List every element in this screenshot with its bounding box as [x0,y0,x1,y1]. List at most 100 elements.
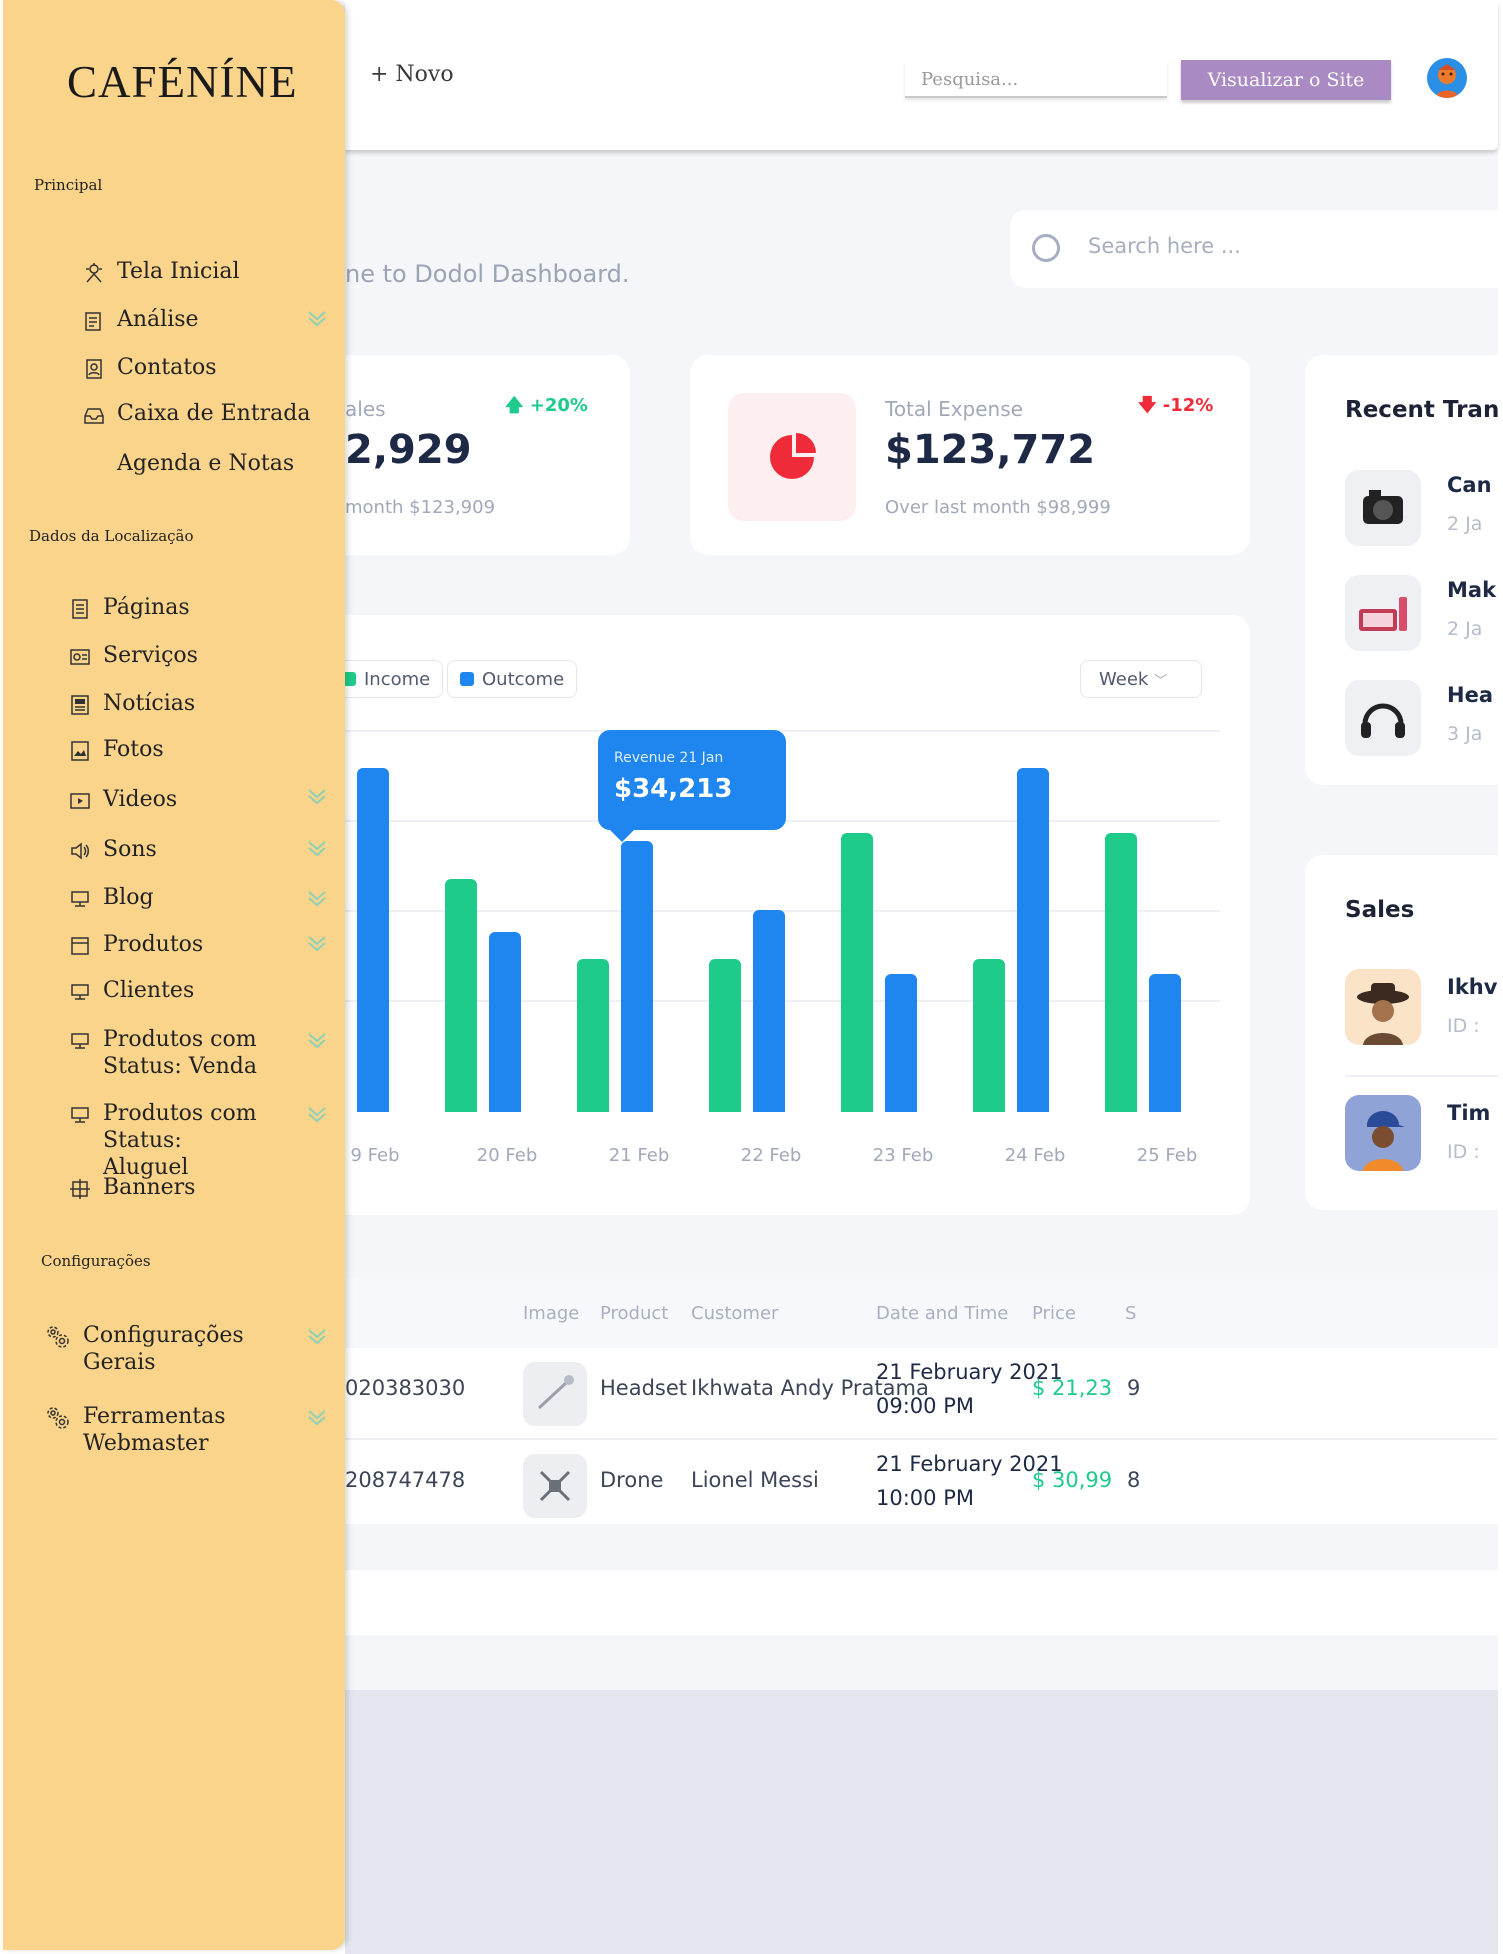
sale-icon [69,1030,91,1052]
bar-outcome[interactable] [621,840,653,1112]
bar-outcome[interactable] [885,974,917,1112]
table-row[interactable]: 208747478 Drone Lionel Messi 21 February… [345,1440,1498,1524]
rent-icon [69,1104,91,1126]
visit-site-button[interactable]: Visualizar o Site [1181,60,1391,100]
bar-income[interactable] [709,959,741,1112]
sidebar-item-agenda[interactable]: Agenda e Notas [83,450,294,477]
chevron-down-icon[interactable] [307,1407,327,1427]
services-icon [69,646,91,668]
sidebar-item-banners[interactable]: Banners [69,1174,195,1201]
section-title-principal: Principal [34,176,103,194]
dashboard-search[interactable]: Search here ... [1010,210,1498,288]
x-tick-label: 21 Feb [608,1145,670,1166]
section-title-localizacao: Dados da Localização [29,527,194,545]
sidebar-item-sounds[interactable]: Sons [69,836,345,863]
period-select[interactable]: Week ﹀ [1080,660,1202,698]
bar-income[interactable] [445,878,477,1112]
legend-outcome[interactable]: Outcome [447,660,578,698]
bar-outcome[interactable] [1149,974,1181,1112]
chevron-down-icon[interactable] [307,786,327,806]
table-header-cell: Product [600,1303,669,1324]
chevron-down-icon[interactable] [307,888,327,908]
gridline [345,730,1220,732]
sales-item-title: Tim [1447,1101,1491,1125]
customer-avatar [1345,1095,1421,1171]
sidebar-item-products[interactable]: Produtos [69,931,345,958]
bar-income[interactable] [1105,833,1137,1112]
chevron-down-icon[interactable] [307,1104,327,1124]
sidebar-item-label: Notícias [103,691,196,716]
sidebar-item-services[interactable]: Serviços [69,642,198,669]
sales-item-sub: ID : [1447,1141,1480,1163]
search-icon [1032,234,1060,262]
camera-thumb [1345,470,1421,546]
table-header-cell: Date and Time [876,1303,1009,1324]
avatar[interactable] [1427,58,1467,98]
legend-income[interactable]: Income [345,660,444,698]
bar-outcome[interactable] [1017,768,1049,1112]
sidebar-item-label: Banners [103,1175,196,1200]
bar-income[interactable] [841,833,873,1112]
sidebar-item-label: Ferramentas Webmaster [83,1404,226,1456]
welcome-text: ne to Dodol Dashboard. [345,260,630,288]
sidebar-item-label: Videos [103,787,178,812]
customer-avatar [1345,969,1421,1045]
chart-tooltip: Revenue 21 Jan $34,213 [598,730,786,842]
analytics-icon [83,310,105,332]
sidebar-item-photos[interactable]: Fotos [69,736,164,763]
sidebar-item-label: Caixa de Entrada [117,401,311,426]
sidebar-item-blog[interactable]: Blog [69,884,345,911]
home-icon [83,262,105,284]
recent-transactions-card: Recent Tran Can 2 Ja Mak 2 Ja Hea 3 Ja [1305,355,1498,785]
products-icon [69,935,91,957]
sidebar-item-clients[interactable]: Clientes [69,977,194,1004]
chevron-down-icon[interactable] [307,308,327,328]
x-tick-label: 22 Feb [740,1145,802,1166]
recent-item-title: Hea [1447,683,1493,707]
sidebar-item-webmaster-tools[interactable]: Ferramentas Webmaster [43,1403,345,1457]
table-header: Image Product Customer Date and Time Pri… [345,1278,1498,1348]
sidebar-item-videos[interactable]: Videos [69,786,345,813]
search-input[interactable] [905,62,1167,98]
sidebar-item-label: Produtos com Status: Venda [103,1027,257,1079]
sidebar-item-label: Tela Inicial [117,259,240,284]
table-row[interactable]: 020383030 Headset Ikhwata Andy Pratama 2… [345,1348,1498,1433]
sales-title: ales [345,397,386,421]
sidebar-item-general-settings[interactable]: Configurações Gerais [43,1322,345,1376]
sidebar-item-news[interactable]: Notícias [69,690,195,717]
sales-value: 2,929 [345,427,472,473]
section-title-configuracoes: Configurações [41,1252,151,1270]
sidebar-item-inbox[interactable]: Caixa de Entrada [83,400,311,427]
sidebar-item-home[interactable]: Tela Inicial [83,258,240,285]
bar-outcome[interactable] [753,909,785,1112]
x-tick-label: 24 Feb [1004,1145,1066,1166]
sidebar-item-contacts[interactable]: Contatos [83,354,217,381]
chevron-down-icon[interactable] [307,933,327,953]
arrow-up-icon: 🡅 [505,395,524,416]
revenue-chart-card: Income Outcome Week ﹀ 9 Feb 20 Feb 21 Feb 2… [345,615,1250,1215]
sidebar-item-analytics[interactable]: Análise [83,306,345,333]
bar-income[interactable] [577,959,609,1112]
bar-outcome[interactable] [489,932,521,1112]
x-tick-label: 23 Feb [872,1145,934,1166]
makeup-thumb [1345,575,1421,651]
chevron-down-icon: ﹀ [1154,674,1168,689]
sidebar-item-products-rent[interactable]: Produtos com Status: Aluguel [69,1100,345,1181]
chevron-down-icon[interactable] [307,1030,327,1050]
chevron-down-icon[interactable] [307,838,327,858]
sales-stat-card: ales 🡅 +20% 2,929 month $123,909 [345,355,630,555]
new-button[interactable]: + Novo [370,62,454,87]
bar-outcome[interactable] [357,768,389,1112]
arrow-down-icon: 🡇 [1138,395,1157,416]
headphones-thumb [1345,680,1421,756]
sidebar-item-products-sale[interactable]: Produtos com Status: Venda [69,1026,345,1080]
bar-income[interactable] [973,959,1005,1112]
expense-change: 🡇 -12% [1138,395,1214,416]
chevron-down-icon[interactable] [307,1326,327,1346]
page-bottom [345,1690,1498,1954]
sidebar-item-pages[interactable]: Páginas [69,594,190,621]
sidebar-item-label: Fotos [103,737,164,762]
recent-item-sub: 2 Ja [1447,513,1483,535]
recent-item-sub: 3 Ja [1447,723,1483,745]
recent-title: Recent Tran [1345,397,1498,423]
